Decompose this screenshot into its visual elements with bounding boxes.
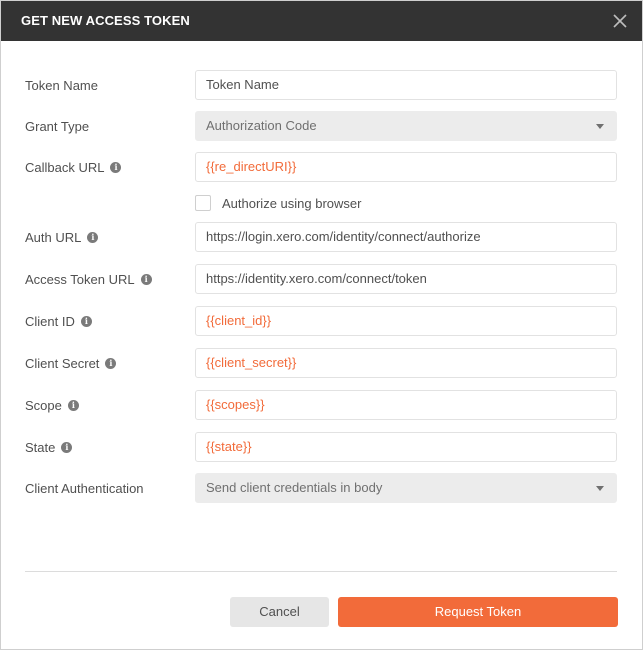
client-id-input[interactable]: {{client_id}} <box>195 306 617 336</box>
access-token-url-label: Access Token URL i <box>25 272 152 287</box>
dialog-title: GET NEW ACCESS TOKEN <box>21 13 190 28</box>
client-authentication-value: Send client credentials in body <box>206 480 383 495</box>
callback-url-row: Callback URL i {{re_directURI}} <box>1 152 642 184</box>
dialog-titlebar: GET NEW ACCESS TOKEN <box>1 1 642 41</box>
info-icon[interactable]: i <box>87 232 99 243</box>
scope-row: Scope i {{scopes}} <box>1 390 642 422</box>
grant-type-select[interactable]: Authorization Code <box>195 111 617 141</box>
auth-url-input[interactable]: https://login.xero.com/identity/connect/… <box>195 222 617 252</box>
state-row: State i {{state}} <box>1 432 642 464</box>
chevron-down-icon <box>596 486 604 491</box>
access-token-url-value: https://identity.xero.com/connect/token <box>206 271 427 286</box>
access-token-url-row: Access Token URL i https://identity.xero… <box>1 264 642 296</box>
authorize-browser-label[interactable]: Authorize using browser <box>222 196 361 211</box>
callback-url-value: {{re_directURI}} <box>206 159 297 174</box>
client-authentication-row: Client Authentication Send client creden… <box>1 473 642 505</box>
info-icon[interactable]: i <box>80 316 92 327</box>
state-input[interactable]: {{state}} <box>195 432 617 462</box>
token-name-placeholder: Token Name <box>206 77 279 92</box>
callback-url-input[interactable]: {{re_directURI}} <box>195 152 617 182</box>
auth-url-row: Auth URL i https://login.xero.com/identi… <box>1 222 642 254</box>
access-token-dialog: GET NEW ACCESS TOKEN Token Name Token Na… <box>0 0 643 650</box>
info-icon[interactable]: i <box>67 400 79 411</box>
scope-label: Scope i <box>25 398 79 413</box>
client-secret-value: {{client_secret}} <box>206 355 297 370</box>
grant-type-row: Grant Type Authorization Code <box>1 111 642 143</box>
info-icon[interactable]: i <box>61 442 73 453</box>
client-secret-input[interactable]: {{client_secret}} <box>195 348 617 378</box>
info-icon[interactable]: i <box>140 274 152 285</box>
authorize-browser-row: Authorize using browser <box>195 193 361 213</box>
token-name-input[interactable]: Token Name <box>195 70 617 100</box>
auth-url-label: Auth URL i <box>25 230 99 245</box>
client-id-label: Client ID i <box>25 314 92 329</box>
client-secret-label: Client Secret i <box>25 356 117 371</box>
scope-value: {{scopes}} <box>206 397 265 412</box>
footer-divider <box>25 571 617 572</box>
close-icon[interactable] <box>610 11 630 31</box>
chevron-down-icon <box>596 124 604 129</box>
authorize-browser-checkbox[interactable] <box>195 195 211 211</box>
grant-type-label: Grant Type <box>25 119 90 134</box>
scope-input[interactable]: {{scopes}} <box>195 390 617 420</box>
token-name-row: Token Name Token Name <box>1 70 642 102</box>
client-authentication-select[interactable]: Send client credentials in body <box>195 473 617 503</box>
state-label: State i <box>25 440 73 455</box>
token-name-label: Token Name <box>25 78 98 93</box>
info-icon[interactable]: i <box>105 358 117 369</box>
callback-url-label: Callback URL i <box>25 160 122 175</box>
client-id-value: {{client_id}} <box>206 313 272 328</box>
grant-type-value: Authorization Code <box>206 118 317 133</box>
client-id-row: Client ID i {{client_id}} <box>1 306 642 338</box>
client-secret-row: Client Secret i {{client_secret}} <box>1 348 642 380</box>
request-token-button[interactable]: Request Token <box>338 597 618 627</box>
cancel-button[interactable]: Cancel <box>230 597 329 627</box>
access-token-url-input[interactable]: https://identity.xero.com/connect/token <box>195 264 617 294</box>
client-authentication-label: Client Authentication <box>25 481 144 496</box>
auth-url-value: https://login.xero.com/identity/connect/… <box>206 229 481 244</box>
state-value: {{state}} <box>206 439 252 454</box>
info-icon[interactable]: i <box>110 162 122 173</box>
